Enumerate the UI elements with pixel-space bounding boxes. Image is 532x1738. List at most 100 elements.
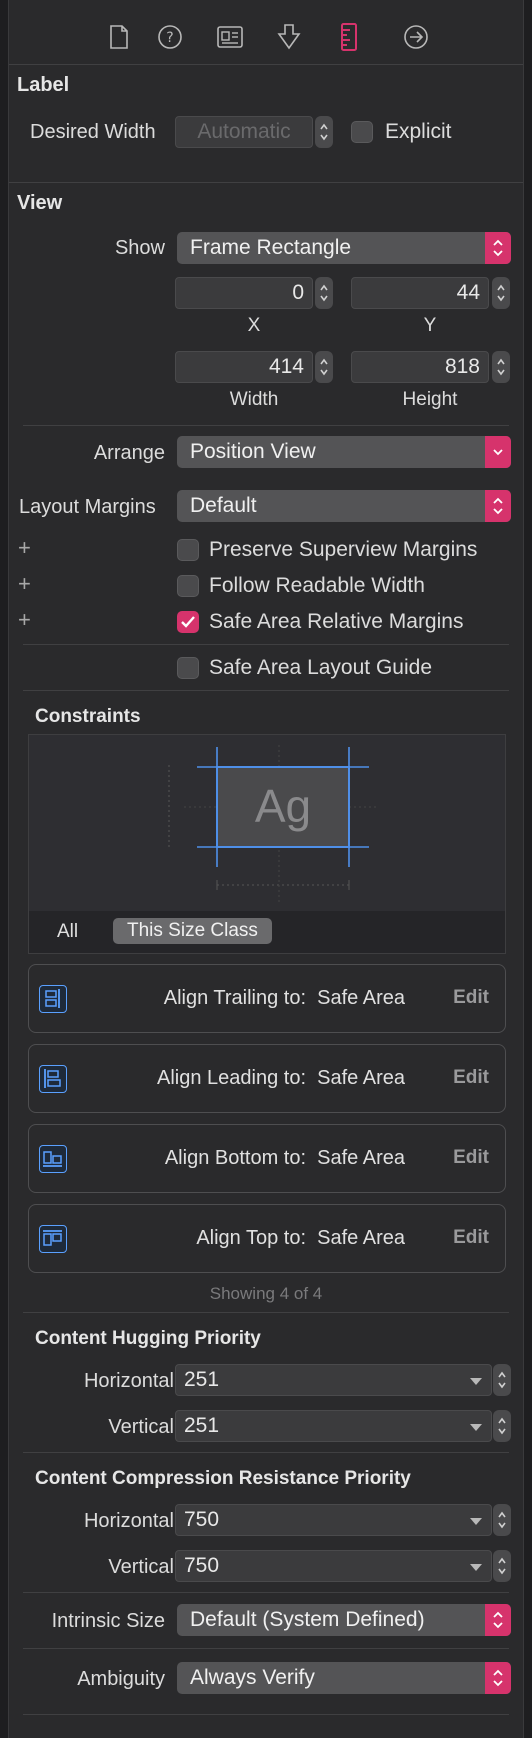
desired-width-stepper[interactable] — [315, 116, 333, 148]
safe-area-guide-checkbox[interactable] — [177, 657, 199, 679]
show-label: Show — [114, 237, 165, 259]
constraint-leading[interactable]: Align Leading to: Safe Area Edit — [28, 1044, 506, 1113]
width-caption: Width — [229, 389, 279, 410]
explicit-label: Explicit — [385, 120, 452, 143]
view-section-title: View — [17, 192, 63, 214]
compression-vertical-stepper[interactable] — [493, 1550, 511, 1582]
height-stepper[interactable] — [492, 351, 510, 383]
showing-count: Showing 4 of 4 — [209, 1284, 323, 1303]
dropdown-arrow-icon — [470, 1518, 482, 1525]
intrinsic-size-value: Default (System Defined) — [190, 1608, 425, 1631]
ambiguity-label: Ambiguity — [77, 1668, 165, 1690]
width-stepper[interactable] — [315, 351, 333, 383]
tab-this-size-class[interactable]: This Size Class — [113, 918, 272, 944]
dropdown-arrow-icon — [470, 1424, 482, 1431]
intrinsic-divider — [23, 1648, 509, 1649]
hugging-horizontal-combo[interactable]: 251 — [175, 1364, 492, 1396]
constraint-bottom-text: Align Bottom to: Safe Area — [89, 1147, 405, 1170]
compression-horizontal-combo[interactable]: 750 — [175, 1504, 492, 1536]
edit-button[interactable]: Edit — [453, 1227, 489, 1249]
connections-icon[interactable] — [403, 24, 429, 50]
dropdown-arrow-icon — [470, 1564, 482, 1571]
edit-button[interactable]: Edit — [453, 1147, 489, 1169]
safe-area-relative-label: Safe Area Relative Margins — [209, 610, 464, 633]
preserve-superview-checkbox[interactable] — [177, 539, 199, 561]
chevron-down-icon — [485, 436, 511, 468]
compression-horizontal-stepper[interactable] — [493, 1504, 511, 1536]
arrange-popup[interactable]: Position View — [177, 436, 511, 468]
align-bottom-icon — [39, 1145, 67, 1173]
label-section-title: Label — [17, 74, 70, 96]
arrange-label: Arrange — [93, 442, 165, 464]
size-ruler-icon[interactable] — [336, 23, 362, 51]
view-divider-2 — [23, 644, 509, 645]
align-leading-icon — [39, 1065, 67, 1093]
safe-area-guide-label: Safe Area Layout Guide — [209, 656, 432, 679]
hugging-divider — [23, 1452, 509, 1453]
y-caption: Y — [423, 315, 437, 336]
edit-button[interactable]: Edit — [453, 1067, 489, 1089]
constraint-label: Align Bottom to: — [164, 1147, 307, 1169]
x-stepper[interactable] — [315, 277, 333, 309]
compression-vertical-value: 750 — [184, 1554, 220, 1577]
hugging-horizontal-stepper[interactable] — [493, 1364, 511, 1396]
explicit-checkbox[interactable] — [351, 121, 373, 143]
follow-readable-label: Follow Readable Width — [209, 574, 425, 597]
constraint-label: Align Trailing to: — [163, 987, 307, 1009]
help-icon[interactable]: ? — [157, 24, 183, 50]
x-field[interactable]: 0 — [175, 277, 313, 309]
compression-horizontal-label: Horizontal — [83, 1510, 174, 1532]
constraint-trailing[interactable]: Align Trailing to: Safe Area Edit — [28, 964, 506, 1033]
intrinsic-size-label: Intrinsic Size — [51, 1610, 165, 1632]
hugging-vertical-value: 251 — [184, 1414, 220, 1437]
file-icon[interactable] — [106, 24, 132, 50]
height-field[interactable]: 818 — [351, 351, 489, 383]
intrinsic-size-popup[interactable]: Default (System Defined) — [177, 1604, 511, 1636]
layout-margins-popup[interactable]: Default — [177, 490, 511, 522]
ambiguity-value: Always Verify — [190, 1666, 315, 1689]
follow-readable-checkbox[interactable] — [177, 575, 199, 597]
bottom-divider — [23, 1714, 509, 1715]
y-stepper[interactable] — [492, 277, 510, 309]
constraint-top[interactable]: Align Top to: Safe Area Edit — [28, 1204, 506, 1273]
desired-width-field[interactable]: Automatic — [175, 116, 313, 148]
width-field[interactable]: 414 — [175, 351, 313, 383]
svg-text:?: ? — [166, 30, 173, 46]
hugging-vertical-stepper[interactable] — [493, 1410, 511, 1442]
view-divider-1 — [23, 425, 509, 426]
hugging-title: Content Hugging Priority — [35, 1328, 261, 1349]
constraints-canvas: Ag — [29, 735, 505, 911]
layout-margins-value: Default — [190, 494, 257, 517]
constraint-target: Safe Area — [317, 1067, 405, 1089]
constraint-top-text: Align Top to: Safe Area — [89, 1227, 405, 1250]
dropdown-arrow-icon — [470, 1378, 482, 1385]
align-trailing-icon — [39, 985, 67, 1013]
show-popup[interactable]: Frame Rectangle — [177, 232, 511, 264]
chevron-updown-icon — [485, 232, 511, 264]
align-top-icon — [39, 1225, 67, 1253]
y-field[interactable]: 44 — [351, 277, 489, 309]
layout-margins-label: Layout Margins — [19, 496, 156, 518]
view-divider-3 — [23, 690, 509, 691]
chevron-updown-icon — [485, 1662, 511, 1694]
edit-button[interactable]: Edit — [453, 987, 489, 1009]
compression-vertical-combo[interactable]: 750 — [175, 1550, 492, 1582]
constraints-title: Constraints — [35, 706, 141, 727]
constraint-target: Safe Area — [317, 987, 405, 1009]
ambiguity-popup[interactable]: Always Verify — [177, 1662, 511, 1694]
chevron-updown-icon — [485, 1604, 511, 1636]
x-caption: X — [247, 315, 261, 336]
show-value: Frame Rectangle — [190, 236, 352, 259]
constraint-target: Safe Area — [317, 1147, 405, 1169]
hugging-horizontal-value: 251 — [184, 1368, 220, 1391]
tab-all[interactable]: All — [57, 921, 78, 943]
safe-area-relative-checkbox[interactable] — [177, 611, 199, 633]
add-variation-button[interactable]: + — [18, 607, 31, 633]
constraint-bottom[interactable]: Align Bottom to: Safe Area Edit — [28, 1124, 506, 1193]
hugging-vertical-label: Vertical — [108, 1416, 174, 1438]
attributes-icon[interactable] — [276, 24, 302, 50]
hugging-vertical-combo[interactable]: 251 — [175, 1410, 492, 1442]
add-variation-button[interactable]: + — [18, 535, 31, 561]
identity-icon[interactable] — [217, 24, 243, 50]
add-variation-button[interactable]: + — [18, 571, 31, 597]
